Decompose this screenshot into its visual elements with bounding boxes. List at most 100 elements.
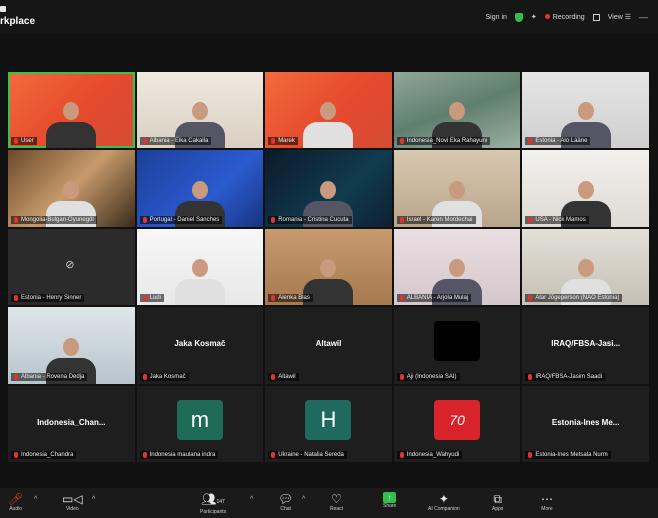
participant-name: Ukraine - Natalia Sereda xyxy=(278,452,344,458)
participant-tile[interactable]: Marek xyxy=(265,72,392,149)
participant-tile[interactable]: IRAQ/FBSA-Jasi... IRAQ/FBSA-Jasim Saadi xyxy=(522,307,649,384)
participant-name: Indonesia_Novi Eka Rahayuni xyxy=(406,138,488,145)
mic-muted-icon xyxy=(14,216,18,223)
mic-muted-icon xyxy=(142,373,147,380)
participant-name-label: Indonesia_Wahyudi xyxy=(396,451,463,459)
participant-tile[interactable]: ⊘ Estonia - Henry Sinner xyxy=(8,228,135,306)
person-head xyxy=(577,259,594,278)
shield-icon[interactable] xyxy=(514,12,523,22)
participant-tile[interactable]: USA - Nick Mamos xyxy=(522,150,649,227)
participant-tile[interactable]: Estonia-Ines Me... Estonia-Ines Metsala N… xyxy=(522,385,649,462)
participant-name: Jaka Kosmač xyxy=(149,373,186,380)
mic-muted-icon xyxy=(142,295,147,302)
participant-name: Israel - Karen Mordechai xyxy=(406,216,473,223)
person-head xyxy=(320,102,337,121)
audio-options-chevron-icon[interactable]: ^ xyxy=(34,496,37,503)
participant-name: Estonia - Alo Lääne xyxy=(535,138,588,145)
participant-tile[interactable]: Mongolia-Bulgan-Oyunegöl xyxy=(8,150,135,227)
participant-name-label: Ukraine - Natalia Sereda xyxy=(268,451,347,459)
participant-tile[interactable]: Albania - Rovena Dedja xyxy=(8,307,135,384)
sign-in-link[interactable]: Sign in xyxy=(486,14,507,21)
participant-name: Indonesia_Wahyudi xyxy=(406,452,460,458)
participant-tile[interactable]: H Ukraine - Natalia Sereda xyxy=(265,385,392,462)
participant-tile[interactable]: Jaka Kosmač Jaka Kosmač xyxy=(136,307,264,384)
view-button[interactable]: View ☰ xyxy=(608,13,631,21)
person-head xyxy=(63,337,80,356)
participant-name-label: IRAQ/FBSA-Jasim Saadi xyxy=(525,372,606,381)
participant-name: Romania - Cristina Cucuta xyxy=(278,216,349,223)
react-button[interactable]: ♡ React xyxy=(330,492,343,512)
participant-tile[interactable]: 70 Indonesia_Wahyudi xyxy=(393,385,521,462)
audio-button[interactable]: 🎤︎ Audio xyxy=(8,492,23,512)
recording-indicator[interactable]: Recording xyxy=(544,13,585,21)
participant-tile[interactable]: ALBANIA - Arjola Mulaj xyxy=(393,228,521,306)
apps-button[interactable]: ⧉ Apps xyxy=(492,492,503,512)
participant-name: USA - Nick Mamos xyxy=(535,216,586,223)
participant-name: Albania - Elka Cakalla xyxy=(149,138,209,145)
camera-off-icon: ⊘ xyxy=(65,258,75,271)
share-button[interactable]: ↑ Share xyxy=(383,492,396,509)
chat-button[interactable]: 💬︎ Chat xyxy=(278,492,293,512)
person-head xyxy=(320,180,337,199)
person-body xyxy=(46,122,97,149)
participant-video xyxy=(46,102,97,149)
mic-muted-icon xyxy=(271,295,276,302)
participant-name-label: Albania - Elka Cakalla xyxy=(139,137,212,146)
video-options-chevron-icon[interactable]: ^ xyxy=(92,496,95,503)
mic-muted-icon xyxy=(528,452,533,458)
heart-icon: ♡ xyxy=(331,492,342,506)
mic-muted-icon xyxy=(528,216,533,223)
participants-options-chevron-icon[interactable]: ^ xyxy=(250,496,253,503)
participant-name-label: Marek xyxy=(268,137,298,146)
more-button[interactable]: ⋯ More xyxy=(541,492,553,512)
mic-muted-icon xyxy=(528,373,533,380)
mic-muted-icon xyxy=(271,373,276,380)
participant-name-label: Portugal - Daniel Sanches xyxy=(139,215,223,224)
participant-name: Mongolia-Bulgan-Oyunegöl xyxy=(21,216,94,223)
participant-tile[interactable]: Estonia - Alo Lääne xyxy=(522,72,649,149)
participant-tile[interactable]: Indonesia_Novi Eka Rahayuni xyxy=(393,72,521,149)
participant-tile[interactable]: Portugal - Daniel Sanches xyxy=(136,150,264,227)
participant-name-label: Altawil xyxy=(268,372,299,381)
participant-name-label: USA - Nick Mamos xyxy=(525,215,589,224)
participant-tile[interactable]: Altawil Altawil xyxy=(265,307,392,384)
mic-muted-icon xyxy=(528,138,533,145)
participant-name: ALBANIA - Arjola Mulaj xyxy=(406,295,469,302)
participant-tile[interactable]: m Indonesia maulana indra xyxy=(136,385,264,462)
participant-tile[interactable]: Indonesia_Chan... Indonesia_Chandra xyxy=(8,385,135,462)
participant-name-label: Indonesia maulana indra xyxy=(139,451,219,459)
participant-display-name: Altawil xyxy=(315,339,342,349)
participant-name-label: Indonesia_Chandra xyxy=(11,451,77,459)
participant-name-label: Albania - Rovena Dedja xyxy=(11,372,88,381)
participant-tile[interactable]: Alar Jõgeperson (NAO Estonia) xyxy=(522,228,649,306)
participant-tile[interactable]: Romania - Cristina Cucuta xyxy=(265,150,392,227)
participant-tile[interactable]: Ludi xyxy=(136,228,264,306)
video-button[interactable]: ▭◁ Video xyxy=(62,492,83,512)
person-head xyxy=(449,180,466,199)
top-bar: rkplace Sign in ✦ Recording View ☰ — xyxy=(0,0,658,34)
participant-tile[interactable]: User xyxy=(8,72,135,149)
participant-tile[interactable]: Alenka Blas xyxy=(265,228,392,306)
mic-muted-icon xyxy=(142,138,147,145)
minimize-icon[interactable]: — xyxy=(639,12,648,22)
mic-muted-icon xyxy=(271,216,276,223)
participants-button[interactable]: 👥︎147 Participants xyxy=(200,492,226,515)
participant-tile[interactable]: Israel - Karen Mordechai xyxy=(393,150,521,227)
participant-grid: User Albania - Elka Cakalla Marek Indonesia… xyxy=(8,72,649,462)
chat-options-chevron-icon[interactable]: ^ xyxy=(302,496,305,503)
grid-icon[interactable] xyxy=(592,13,600,21)
sparkle-icon[interactable]: ✦ xyxy=(531,13,537,21)
share-icon: ↑ xyxy=(383,492,397,503)
mic-muted-icon xyxy=(14,138,18,145)
participant-name: Alenka Blas xyxy=(278,295,310,302)
participant-name-label: Alenka Blas xyxy=(268,294,313,303)
participant-display-name: Indonesia_Chan... xyxy=(37,417,106,427)
ai-companion-button[interactable]: ✦ AI Companion xyxy=(428,492,460,512)
participant-name-label: Estonia-Ines Metsala Nurm xyxy=(525,451,611,459)
mic-muted-icon xyxy=(142,216,147,223)
participant-name: Albania - Rovena Dedja xyxy=(21,373,85,380)
chat-icon: 💬︎ xyxy=(278,492,294,506)
participant-tile[interactable]: Aji (Indonesia SAI) xyxy=(393,307,521,384)
participant-tile[interactable]: Albania - Elka Cakalla xyxy=(136,72,264,149)
participant-display-name: Estonia-Ines Me... xyxy=(551,417,620,427)
